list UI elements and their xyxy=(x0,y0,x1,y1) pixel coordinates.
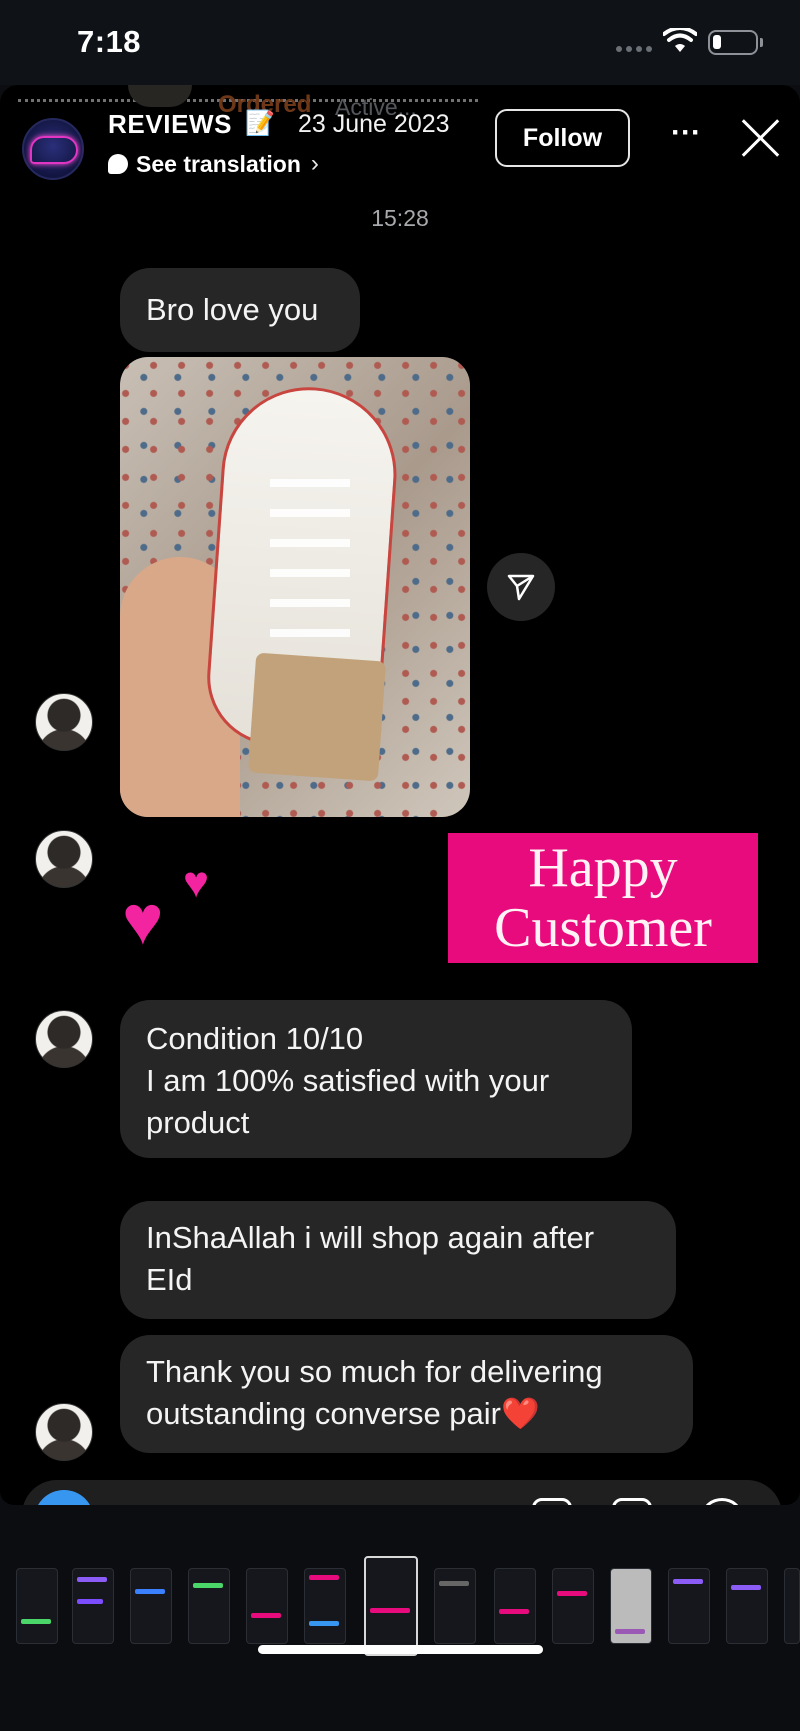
message-line: EId xyxy=(146,1262,193,1297)
sticker-icon[interactable] xyxy=(612,1498,652,1505)
story-thumbnail[interactable] xyxy=(304,1568,346,1644)
avatar[interactable] xyxy=(35,830,93,888)
chevron-right-icon: › xyxy=(310,150,319,177)
see-translation-link[interactable]: See translation › xyxy=(108,150,319,178)
close-icon[interactable] xyxy=(738,115,784,161)
story-thumbnail[interactable] xyxy=(726,1568,768,1644)
message-line: I am 100% satisfied with your xyxy=(146,1063,550,1098)
speech-bubble-icon xyxy=(108,154,128,174)
message-bubble: Condition 10/10 I am 100% satisfied with… xyxy=(120,1000,632,1158)
status-bar: 7:18 xyxy=(0,0,800,85)
heart-emoji: ♥ xyxy=(183,858,210,907)
story-viewer[interactable]: Ordered Active... REVIEWS 📝 23 June 2023… xyxy=(0,85,800,1505)
avatar[interactable] xyxy=(35,1010,93,1068)
story-thumbnail[interactable] xyxy=(610,1568,652,1644)
avatar[interactable] xyxy=(35,693,93,751)
story-thumbnail[interactable] xyxy=(130,1568,172,1644)
story-thumbnail[interactable] xyxy=(552,1568,594,1644)
home-indicator[interactable] xyxy=(258,1645,543,1654)
battery-level xyxy=(713,35,721,49)
story-thumbnail[interactable] xyxy=(784,1568,800,1644)
sticker-line-1: Happy xyxy=(528,837,678,899)
follow-button[interactable]: Follow xyxy=(495,109,630,167)
message-line: Thank you so much for delivering xyxy=(146,1354,603,1389)
battery-icon xyxy=(708,30,763,55)
message-bubble: InShaAllah i will shop again after EId xyxy=(120,1201,676,1319)
more-icon[interactable]: ··· xyxy=(664,115,708,159)
camera-icon[interactable] xyxy=(34,1490,94,1505)
story-thumbnail[interactable] xyxy=(16,1568,58,1644)
shoe-photo[interactable] xyxy=(120,357,470,817)
story-account-name[interactable]: REVIEWS xyxy=(108,109,232,140)
message-line: Condition 10/10 xyxy=(146,1021,364,1056)
message-bubble: Bro love you xyxy=(120,268,360,352)
story-thumbnail[interactable] xyxy=(494,1568,536,1644)
memo-emoji: 📝 xyxy=(245,110,275,137)
signal-icon xyxy=(616,46,652,52)
avatar[interactable] xyxy=(35,1403,93,1461)
background-avatar xyxy=(128,85,192,107)
message-bubble: Thank you so much for delivering outstan… xyxy=(120,1335,693,1453)
heart-emoji: ♥ xyxy=(122,881,164,959)
gallery-icon[interactable] xyxy=(532,1498,572,1505)
message-line: product xyxy=(146,1105,250,1140)
status-time: 7:18 xyxy=(77,24,142,59)
story-date: 23 June 2023 xyxy=(298,110,450,138)
story-thumbnail-current[interactable] xyxy=(364,1556,418,1656)
emoji-icon[interactable] xyxy=(702,1498,742,1505)
share-icon[interactable] xyxy=(487,553,555,621)
story-thumbnail[interactable] xyxy=(188,1568,230,1644)
see-translation-label: See translation xyxy=(136,150,301,177)
wifi-icon xyxy=(663,28,697,52)
message-line: outstanding converse pair❤️ xyxy=(146,1396,540,1431)
story-thumbnail[interactable] xyxy=(434,1568,476,1644)
message-line: InShaAllah i will shop again after xyxy=(146,1220,595,1255)
happy-customer-sticker: Happy Customer xyxy=(448,833,758,963)
story-thumbnail[interactable] xyxy=(246,1568,288,1644)
story-avatar[interactable] xyxy=(22,118,84,180)
sticker-line-2: Customer xyxy=(494,897,712,959)
chat-timestamp: 15:28 xyxy=(371,205,429,231)
story-thumbnail[interactable] xyxy=(668,1568,710,1644)
story-thumbnail[interactable] xyxy=(72,1568,114,1644)
message-input-bar[interactable] xyxy=(22,1480,782,1505)
